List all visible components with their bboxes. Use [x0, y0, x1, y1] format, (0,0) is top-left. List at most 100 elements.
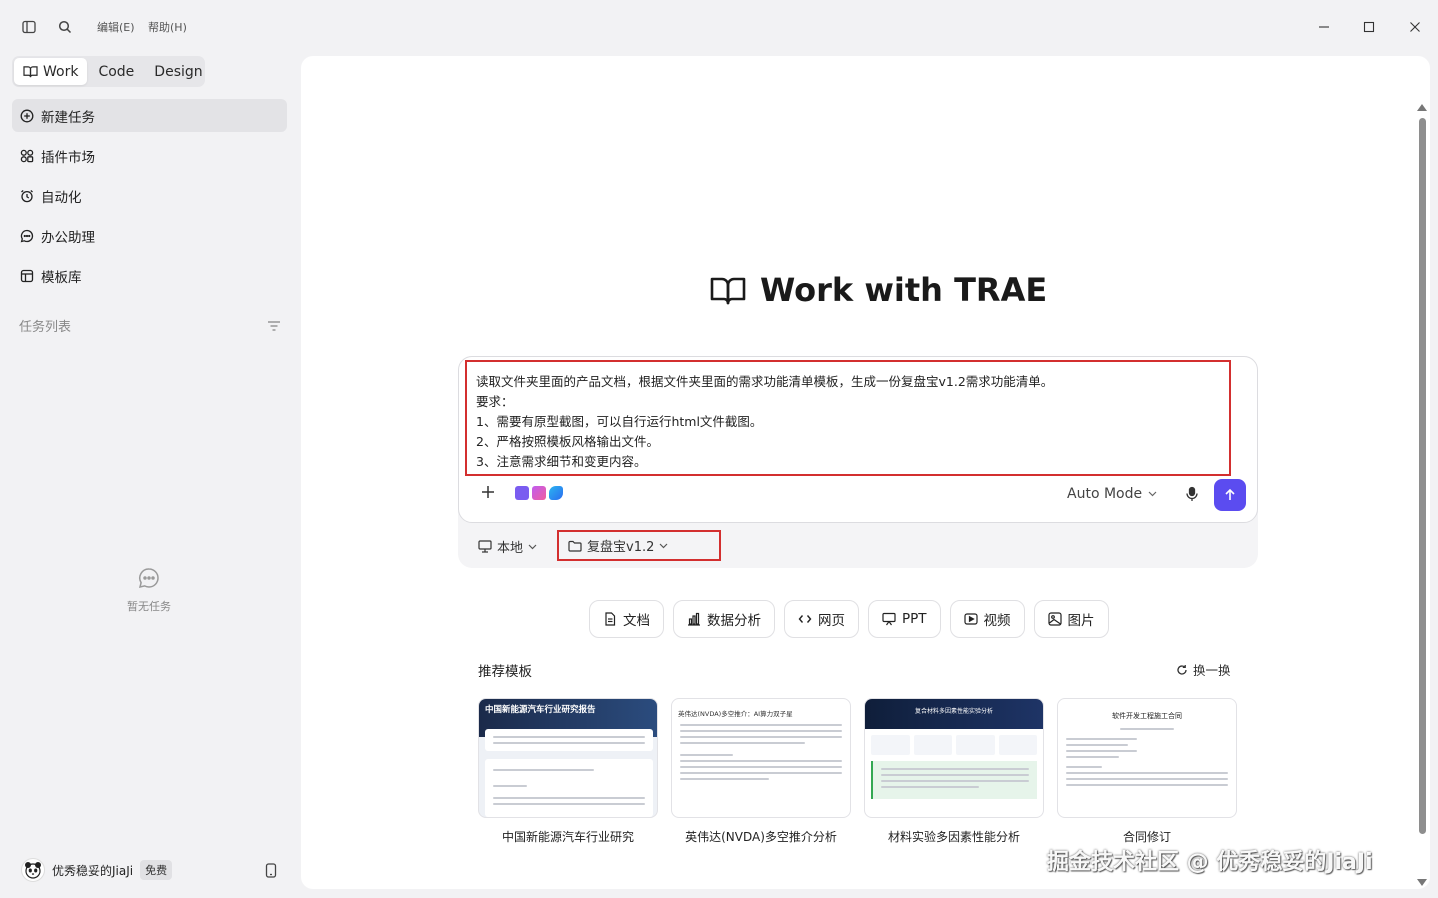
- add-attachment-button[interactable]: [479, 484, 497, 502]
- book-icon: [23, 66, 38, 78]
- chip-label: 图片: [1067, 613, 1095, 629]
- book-icon: [710, 277, 746, 305]
- scrollbar[interactable]: [1419, 118, 1426, 834]
- template-card[interactable]: 软件开发工程施工合同 合同修订: [1057, 698, 1237, 845]
- chat-bubble-icon: [20, 229, 34, 242]
- page-title: Work with TRAE: [760, 271, 1048, 309]
- template-thumbnail: 英伟达(NVDA)多空推介：AI算力双子星: [671, 698, 851, 818]
- user-name: 优秀稳妥的JiaJi: [52, 863, 134, 878]
- chip-webpage[interactable]: 网页: [784, 600, 859, 638]
- sidebar-toggle-icon[interactable]: [20, 18, 38, 36]
- menu-help[interactable]: 帮助(H): [148, 19, 187, 35]
- send-button[interactable]: [1214, 479, 1246, 511]
- chip-label: 文档: [623, 613, 650, 629]
- filter-icon[interactable]: [267, 320, 281, 332]
- microphone-icon[interactable]: [1184, 486, 1200, 502]
- avatar: [21, 858, 45, 882]
- task-list-label: 任务列表: [19, 320, 72, 335]
- prompt-line: 3、注意需求细节和变更内容。: [476, 454, 647, 469]
- chip-data-analysis[interactable]: 数据分析: [673, 600, 775, 638]
- recommended-templates-title: 推荐模板: [478, 664, 532, 680]
- tab-work[interactable]: Work: [14, 58, 88, 85]
- code-brackets-icon: [798, 615, 812, 623]
- watermark: 掘金技术社区 @ 优秀稳妥的JiaJi: [1047, 850, 1373, 875]
- close-button[interactable]: [1402, 14, 1428, 40]
- tab-code-label: Code: [98, 63, 135, 80]
- sidebar-item-label: 模板库: [41, 269, 82, 286]
- chip-label: 数据分析: [707, 613, 761, 629]
- mode-dropdown[interactable]: Auto Mode: [1067, 486, 1157, 502]
- refresh-icon: [1177, 664, 1187, 675]
- monitor-icon: [478, 540, 492, 553]
- sidebar-item-label: 插件市场: [41, 149, 95, 166]
- template-thumbnail: 复合材料多因素性能实验分析: [864, 698, 1044, 818]
- maximize-button[interactable]: [1356, 14, 1382, 40]
- sidebar-item-template-library[interactable]: 模板库: [12, 259, 287, 292]
- user-profile[interactable]: 优秀稳妥的JiaJi 免费: [21, 858, 173, 882]
- template-card[interactable]: 中国新能源汽车行业研究报告 中国新能源汽车行业研究: [478, 698, 658, 845]
- presentation-icon: [882, 612, 896, 626]
- hero-heading: Work with TRAE: [710, 271, 1047, 309]
- composer: 读取文件夹里面的产品文档，根据文件夹里面的需求功能清单模板，生成一份复盘宝v1.…: [458, 356, 1258, 523]
- chip-label: PPT: [902, 611, 927, 627]
- folder-label: 复盘宝v1.2: [587, 540, 655, 555]
- mode-tabs: Work Code Design: [12, 56, 205, 87]
- composer-container: 读取文件夹里面的产品文档，根据文件夹里面的需求功能清单模板，生成一份复盘宝v1.…: [458, 356, 1258, 568]
- prompt-line: 读取文件夹里面的产品文档，根据文件夹里面的需求功能清单模板，生成一份复盘宝v1.…: [476, 374, 1054, 389]
- grid-icon: [20, 149, 34, 162]
- chip-document[interactable]: 文档: [589, 600, 664, 638]
- location-dropdown[interactable]: 本地: [478, 537, 537, 556]
- video-icon: [963, 613, 978, 625]
- sidebar-item-new-task[interactable]: 新建任务: [12, 99, 287, 132]
- template-card[interactable]: 英伟达(NVDA)多空推介：AI算力双子星 英伟达(NVDA)多空推介分析: [671, 698, 851, 845]
- chevron-down-icon: [1148, 491, 1157, 497]
- chip-label: 视频: [983, 613, 1011, 629]
- main-panel: Work with TRAE 读取文件夹里面的产品文档，根据文件夹里面的需求功能…: [301, 56, 1430, 889]
- menu-edit[interactable]: 编辑(E): [97, 19, 135, 35]
- tab-code[interactable]: Code: [89, 58, 143, 85]
- alarm-clock-icon: [21, 189, 33, 202]
- chevron-down-icon: [528, 544, 537, 549]
- sidebar-item-label: 自动化: [41, 189, 82, 206]
- tab-work-label: Work: [43, 63, 79, 80]
- template-icon: [20, 269, 34, 282]
- prompt-line: 1、需要有原型截图，可以自行运行html文件截图。: [476, 414, 763, 429]
- mode-dropdown-label: Auto Mode: [1067, 486, 1143, 502]
- template-card[interactable]: 复合材料多因素性能实验分析 材料实验多因素性能分析: [864, 698, 1044, 845]
- refresh-label: 换一换: [1193, 663, 1231, 678]
- minimize-button[interactable]: [1311, 14, 1337, 40]
- search-icon[interactable]: [56, 18, 74, 36]
- tab-design[interactable]: Design: [145, 58, 211, 85]
- sidebar-item-plugin-market[interactable]: 插件市场: [12, 139, 287, 172]
- folder-dropdown[interactable]: 复盘宝v1.2: [557, 530, 721, 561]
- chat-bubble-icon: [137, 566, 161, 590]
- scroll-up-arrow[interactable]: [1417, 104, 1427, 111]
- template-cards: 中国新能源汽车行业研究报告 中国新能源汽车行业研究 英伟达(NVDA)多空推介：…: [478, 698, 1237, 845]
- tool-icons[interactable]: [515, 486, 563, 500]
- image-icon: [1047, 612, 1062, 626]
- plan-badge: 免费: [140, 860, 173, 880]
- scroll-down-arrow[interactable]: [1417, 879, 1427, 886]
- title-bar: 编辑(E) 帮助(H): [0, 0, 1438, 54]
- chip-ppt[interactable]: PPT: [868, 600, 941, 638]
- prompt-line: 2、严格按照模板风格输出文件。: [476, 434, 659, 449]
- sidebar-item-label: 办公助理: [41, 229, 95, 246]
- mobile-device-icon[interactable]: [262, 861, 280, 879]
- sidebar-nav: 新建任务 插件市场 自动化 办公助理 模板库: [12, 99, 287, 299]
- template-card-label: 中国新能源汽车行业研究: [501, 830, 634, 844]
- category-chips: 文档 数据分析 网页 PPT 视频 图片: [589, 600, 1109, 638]
- chip-video[interactable]: 视频: [949, 600, 1025, 638]
- empty-state: 暂无任务: [100, 566, 198, 614]
- refresh-button[interactable]: 换一换: [1176, 660, 1231, 679]
- chip-image[interactable]: 图片: [1033, 600, 1109, 638]
- sidebar-item-automation[interactable]: 自动化: [12, 179, 287, 212]
- template-card-label: 英伟达(NVDA)多空推介分析: [685, 830, 837, 844]
- tab-design-label: Design: [154, 63, 203, 80]
- thumbnail-title: 软件开发工程施工合同: [1112, 712, 1182, 720]
- folder-icon: [568, 540, 582, 552]
- sidebar-item-label: 新建任务: [41, 109, 95, 126]
- empty-label: 暂无任务: [127, 600, 171, 613]
- prompt-input[interactable]: 读取文件夹里面的产品文档，根据文件夹里面的需求功能清单模板，生成一份复盘宝v1.…: [465, 360, 1231, 476]
- template-thumbnail: 软件开发工程施工合同: [1057, 698, 1237, 818]
- sidebar-item-office-assistant[interactable]: 办公助理: [12, 219, 287, 252]
